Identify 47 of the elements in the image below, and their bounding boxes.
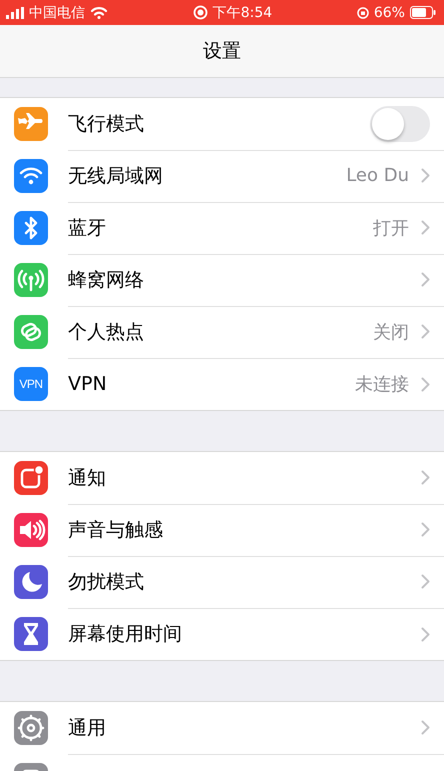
chevron-icon [421, 220, 430, 235]
settings-row[interactable]: 飞行模式 [0, 98, 444, 150]
setting-label: 声音与触感 [68, 518, 164, 542]
chevron-icon [421, 470, 430, 485]
setting-label: 个人热点 [68, 320, 145, 344]
setting-value: 未连接 [355, 373, 409, 396]
setting-value: 关闭 [373, 320, 409, 344]
chevron-icon [421, 376, 430, 392]
record-icon [192, 5, 208, 20]
settings-row[interactable]: 通知 [0, 452, 444, 504]
setting-label: 屏幕使用时间 [68, 622, 183, 647]
settings-row[interactable]: 蜂窝网络 [0, 254, 444, 306]
setting-label: 蜂窝网络 [68, 268, 145, 292]
settings-row[interactable]: 无线局域网 Leo Du [0, 150, 444, 202]
settings-row[interactable]: 个人热点 关闭 [0, 306, 444, 358]
settings-row[interactable]: 勿扰模式 [0, 556, 444, 608]
setting-label: 勿扰模式 [68, 570, 145, 594]
chevron-icon [421, 168, 430, 183]
signal-icon [6, 6, 24, 18]
settings-row[interactable]: VPN VPN 未连接 [0, 358, 444, 410]
battery-icon [410, 6, 436, 19]
settings-row[interactable]: 通用 [0, 702, 444, 754]
chevron-icon [421, 626, 430, 642]
status-time: 下午8:54 [212, 4, 272, 22]
setting-label: 无线局域网 [68, 164, 164, 188]
setting-label: 飞行模式 [68, 112, 145, 136]
page-title: 设置 [203, 39, 241, 64]
chevron-icon [421, 574, 430, 589]
setting-label: 通知 [68, 466, 107, 490]
setting-label: 通用 [68, 716, 107, 740]
toggle-switch[interactable] [370, 106, 430, 142]
setting-value: Leo Du [346, 165, 409, 186]
setting-value: 打开 [373, 216, 409, 240]
chevron-icon [421, 522, 430, 537]
setting-label: 蓝牙 [68, 216, 107, 240]
chevron-icon [421, 720, 430, 735]
carrier-name: 中国电信 [29, 4, 85, 22]
settings-row[interactable]: 屏幕使用时间 [0, 608, 444, 660]
settings-row[interactable]: 声音与触感 [0, 504, 444, 556]
wifi-icon [90, 6, 108, 19]
chevron-icon [421, 272, 430, 287]
rotation-lock-icon [356, 6, 369, 18]
chevron-icon [421, 324, 430, 339]
setting-label: VPN [68, 373, 108, 395]
settings-row[interactable]: 蓝牙 打开 [0, 202, 444, 254]
vpn-icon: VPN [14, 367, 48, 401]
battery-percent: 66% [374, 4, 405, 20]
